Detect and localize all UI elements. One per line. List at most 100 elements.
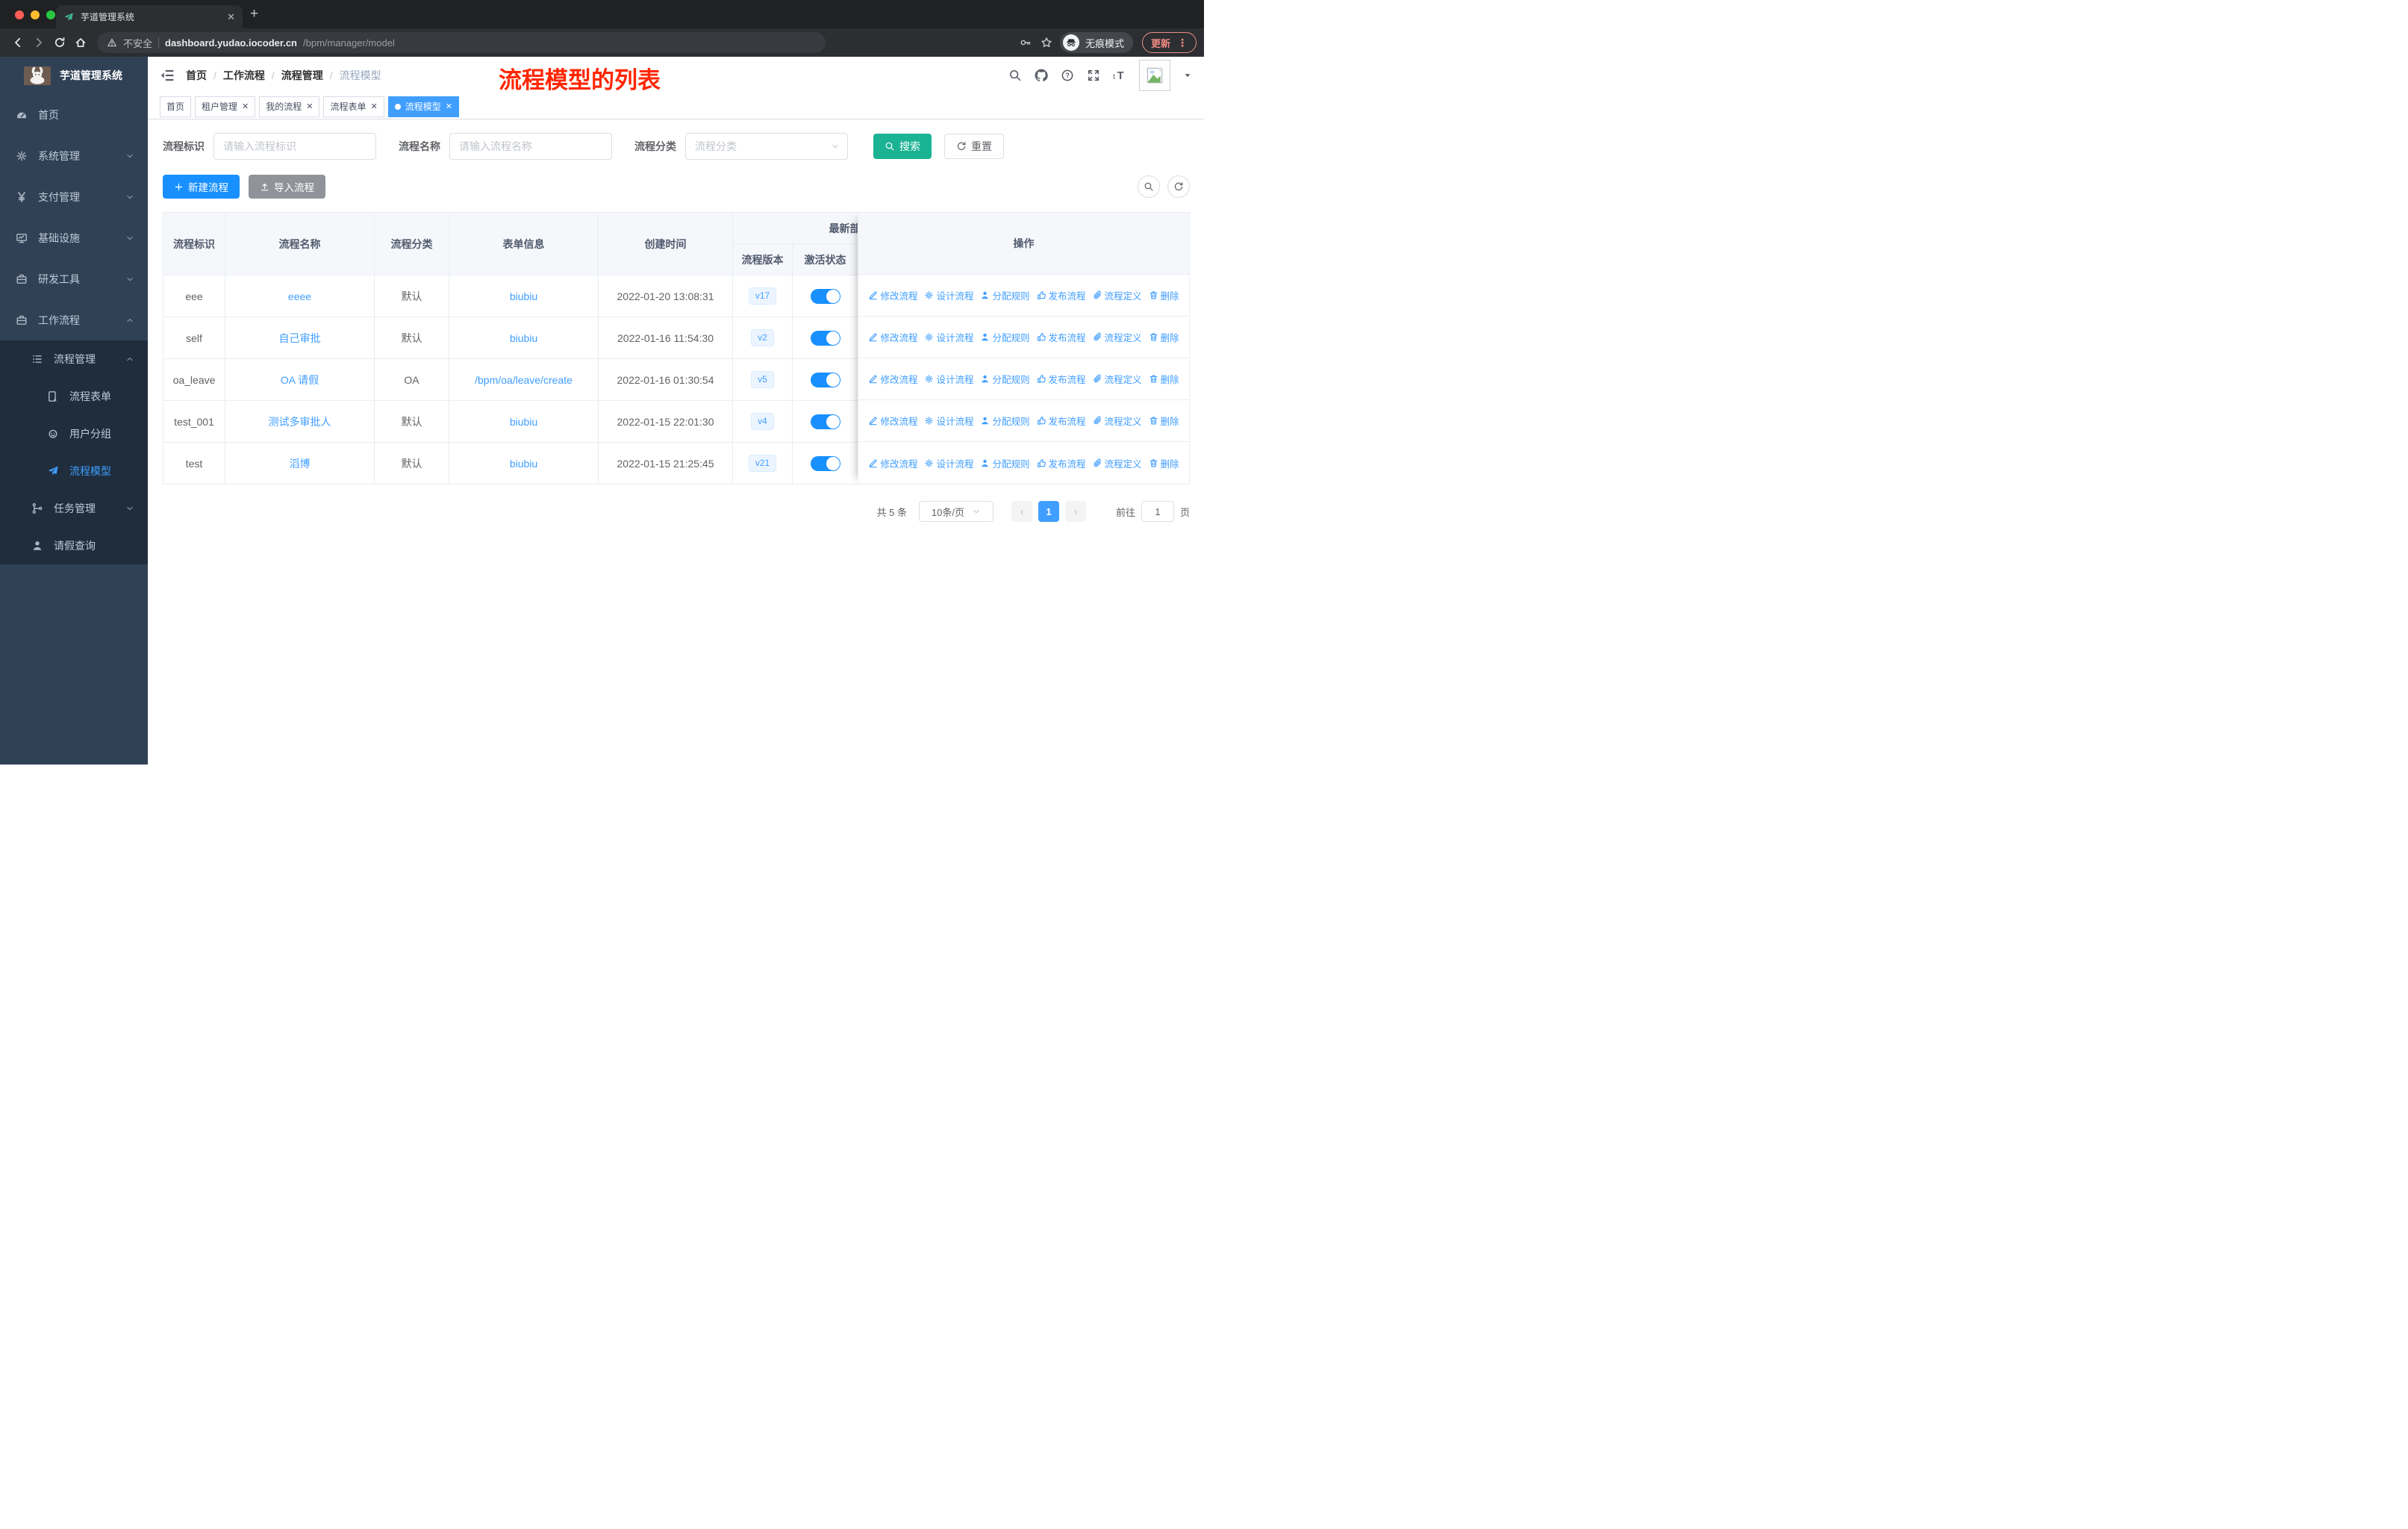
address-bar[interactable]: 不安全 dashboard.yudao.iocoder.cn/bpm/manag… [97, 32, 826, 53]
refresh-table-button[interactable] [1167, 175, 1190, 198]
action-assign[interactable]: 分配规则 [980, 330, 1030, 344]
action-edit[interactable]: 修改流程 [868, 456, 917, 470]
home-button[interactable] [70, 32, 91, 53]
action-definition[interactable]: 流程定义 [1093, 330, 1142, 344]
cell-form-link[interactable]: biubiu [510, 458, 537, 470]
reload-button[interactable] [49, 32, 70, 53]
action-delete[interactable]: 删除 [1149, 414, 1179, 428]
prev-page-button[interactable]: ‹ [1011, 501, 1032, 522]
tab-close-icon[interactable]: ✕ [227, 11, 235, 23]
action-publish[interactable]: 发布流程 [1037, 288, 1086, 302]
action-assign[interactable]: 分配规则 [980, 456, 1030, 470]
process-name-input[interactable] [449, 133, 612, 160]
security-label[interactable]: 不安全 [123, 36, 152, 50]
sidebar-item-dashboard[interactable]: 首页 [0, 94, 148, 135]
close-icon[interactable]: ✕ [242, 102, 249, 111]
action-edit[interactable]: 修改流程 [868, 372, 917, 386]
tag-item[interactable]: 我的流程 ✕ [259, 96, 320, 117]
close-icon[interactable]: ✕ [446, 102, 452, 111]
app-logo[interactable]: 芋道管理系统 [0, 57, 148, 94]
font-size-icon[interactable] [1113, 69, 1126, 82]
sidebar-item-yen[interactable]: 支付管理 [0, 176, 148, 217]
password-key-icon[interactable] [1020, 37, 1032, 49]
browser-update-button[interactable]: 更新 ⋮ [1141, 32, 1197, 53]
action-definition[interactable]: 流程定义 [1093, 414, 1142, 428]
search-button[interactable]: 搜索 [873, 134, 932, 159]
new-tab-button[interactable]: + [250, 7, 258, 21]
reset-button[interactable]: 重置 [944, 134, 1004, 159]
cell-form-link[interactable]: biubiu [510, 416, 537, 428]
minimize-window-button[interactable] [31, 10, 40, 19]
cell-name-link[interactable]: 滔博 [290, 458, 311, 470]
forward-button[interactable] [28, 32, 49, 53]
action-publish[interactable]: 发布流程 [1037, 330, 1086, 344]
tag-item[interactable]: 首页 [160, 96, 192, 117]
breadcrumb-item[interactable]: 工作流程 [223, 68, 265, 83]
active-toggle[interactable] [810, 455, 840, 471]
tag-item[interactable]: 租户管理 ✕ [195, 96, 256, 117]
action-design[interactable]: 设计流程 [924, 414, 973, 428]
cell-name-link[interactable]: 自己审批 [279, 332, 321, 344]
sidebar-item-face[interactable]: 用户分组 [0, 415, 148, 452]
avatar-caret-down-icon[interactable] [1183, 71, 1192, 80]
action-edit[interactable]: 修改流程 [868, 288, 917, 302]
maximize-window-button[interactable] [46, 10, 55, 19]
action-assign[interactable]: 分配规则 [980, 288, 1030, 302]
help-icon[interactable] [1061, 69, 1074, 82]
action-delete[interactable]: 删除 [1149, 456, 1179, 470]
back-button[interactable] [7, 32, 28, 53]
sidebar-item-briefcase[interactable]: 研发工具 [0, 258, 148, 299]
action-publish[interactable]: 发布流程 [1037, 372, 1086, 386]
category-select[interactable]: 流程分类 [685, 133, 848, 160]
action-delete[interactable]: 删除 [1149, 288, 1179, 302]
current-page-button[interactable]: 1 [1038, 501, 1059, 522]
action-assign[interactable]: 分配规则 [980, 372, 1030, 386]
import-process-button[interactable]: 导入流程 [249, 175, 325, 199]
action-design[interactable]: 设计流程 [924, 456, 973, 470]
active-toggle[interactable] [810, 372, 840, 387]
active-toggle[interactable] [810, 414, 840, 429]
active-toggle[interactable] [810, 288, 840, 304]
bookmark-star-icon[interactable] [1041, 37, 1052, 49]
sidebar-item-tree[interactable]: 任务管理 [0, 490, 148, 527]
action-delete[interactable]: 删除 [1149, 330, 1179, 344]
cell-name-link[interactable]: eeee [288, 290, 311, 302]
browser-menu-icon[interactable]: ⋮ [1177, 37, 1188, 49]
sidebar-item-user[interactable]: 请假查询 [0, 527, 148, 564]
cell-form-link[interactable]: /bpm/oa/leave/create [475, 374, 573, 386]
avatar[interactable] [1139, 60, 1170, 91]
action-definition[interactable]: 流程定义 [1093, 288, 1142, 302]
sidebar-fold-icon[interactable] [160, 68, 175, 83]
cell-form-link[interactable]: biubiu [510, 332, 537, 344]
process-key-input[interactable] [213, 133, 376, 160]
create-process-button[interactable]: 新建流程 [163, 175, 240, 199]
action-publish[interactable]: 发布流程 [1037, 456, 1086, 470]
action-definition[interactable]: 流程定义 [1093, 456, 1142, 470]
search-icon[interactable] [1008, 69, 1022, 82]
close-window-button[interactable] [15, 10, 24, 19]
action-design[interactable]: 设计流程 [924, 372, 973, 386]
active-toggle[interactable] [810, 330, 840, 346]
action-design[interactable]: 设计流程 [924, 288, 973, 302]
page-size-select[interactable]: 10条/页 [918, 501, 994, 522]
action-publish[interactable]: 发布流程 [1037, 414, 1086, 428]
action-edit[interactable]: 修改流程 [868, 330, 917, 344]
action-design[interactable]: 设计流程 [924, 330, 973, 344]
cell-name-link[interactable]: 测试多审批人 [269, 416, 331, 428]
tag-active[interactable]: 流程模型 ✕ [387, 96, 459, 117]
action-assign[interactable]: 分配规则 [980, 414, 1030, 428]
show-search-button[interactable] [1138, 175, 1160, 198]
sidebar-item-monitor[interactable]: 基础设施 [0, 217, 148, 258]
cell-form-link[interactable]: biubiu [510, 290, 537, 302]
next-page-button[interactable]: › [1064, 501, 1086, 522]
sidebar-item-list[interactable]: 流程管理 [0, 340, 148, 378]
cell-name-link[interactable]: OA 请假 [281, 374, 319, 386]
breadcrumb-item[interactable]: 首页 [186, 68, 207, 83]
browser-tab[interactable]: 芋道管理系统 ✕ [56, 5, 243, 28]
action-edit[interactable]: 修改流程 [868, 414, 917, 428]
fullscreen-icon[interactable] [1087, 69, 1100, 82]
close-icon[interactable]: ✕ [371, 102, 378, 111]
sidebar-item-briefcase[interactable]: 工作流程 [0, 299, 148, 340]
close-icon[interactable]: ✕ [306, 102, 313, 111]
sidebar-item-doc-edit[interactable]: 流程表单 [0, 378, 148, 415]
